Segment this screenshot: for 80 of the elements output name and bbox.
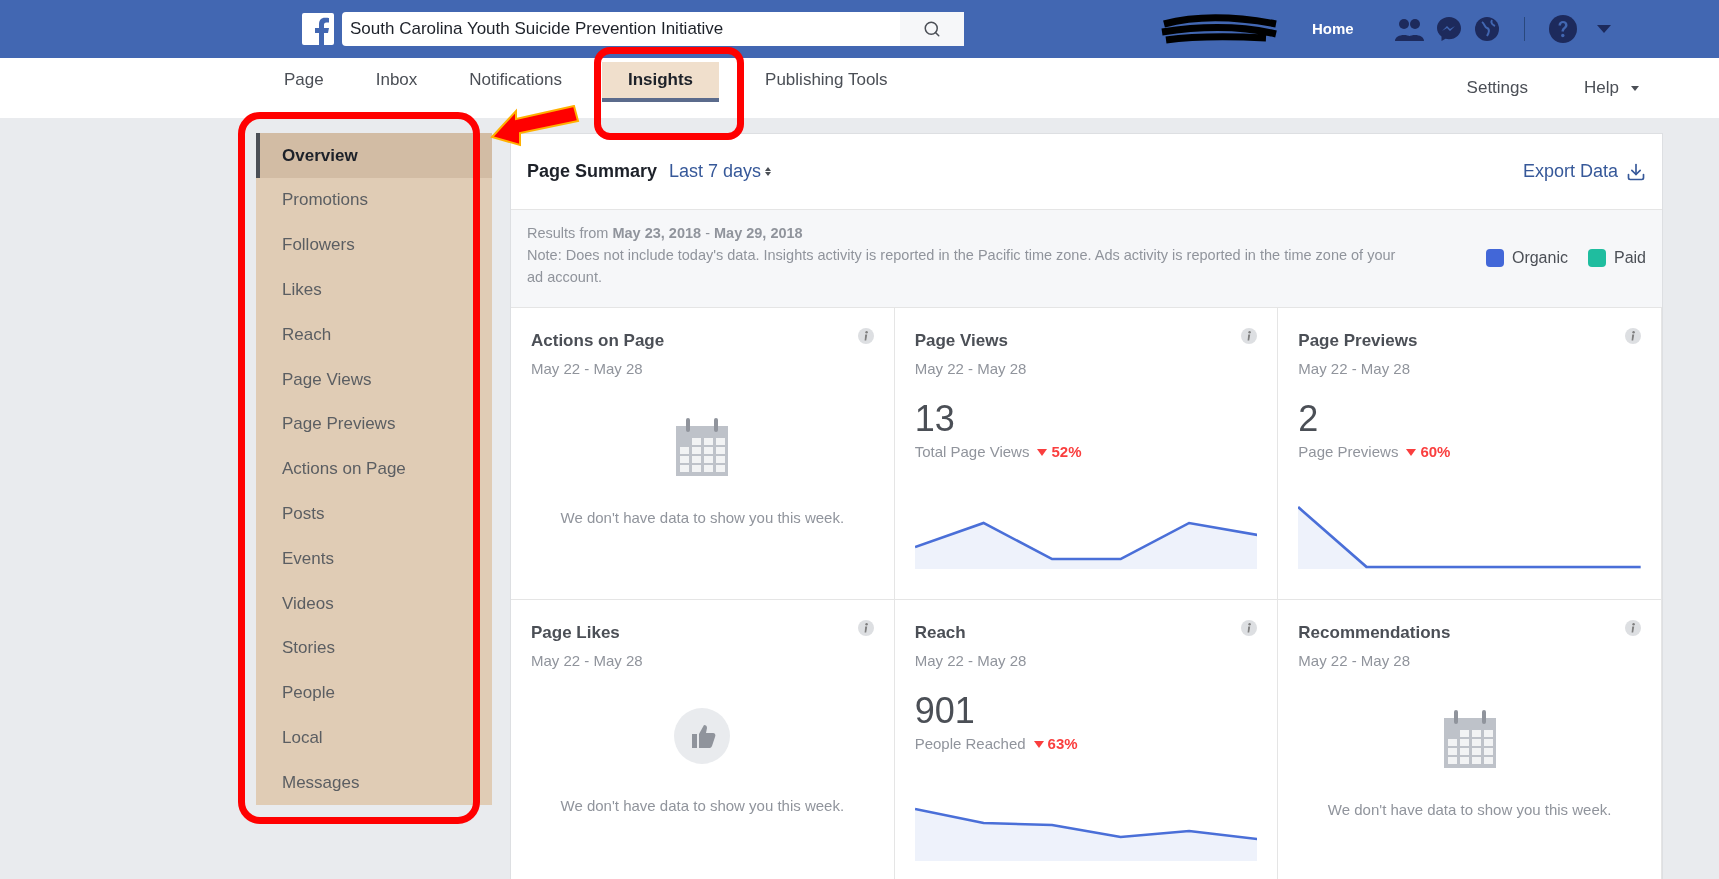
empty-message: We don't have data to show you this week.: [1326, 800, 1613, 820]
date-range: May 22 - May 28: [914, 650, 1028, 671]
date-range: May 22 - May 28: [1298, 358, 1412, 379]
card-title: Page Previews: [1298, 330, 1418, 352]
empty-message: We don't have data to show you this week.: [559, 508, 846, 528]
calendar-icon: [1443, 708, 1496, 768]
panel-title: Page Summary: [527, 160, 658, 183]
sidebar-item[interactable]: Followers: [256, 222, 492, 268]
card-title: Page Likes: [531, 622, 620, 644]
sidebar-item[interactable]: Page Previews: [256, 401, 492, 447]
sidebar-item[interactable]: Posts: [256, 491, 492, 537]
date-range: May 22 - May 28: [531, 358, 644, 379]
search-input[interactable]: South Carolina Youth Suicide Prevention Initiative: [342, 16, 900, 42]
sidebar-item[interactable]: People: [256, 670, 492, 716]
legend-label: Organic: [1511, 248, 1568, 268]
thumbs-up-icon: [674, 708, 731, 764]
date-range: May 22 - May 28: [531, 650, 644, 671]
info-icon[interactable]: [1241, 620, 1258, 636]
sidebar-item[interactable]: Reach: [256, 312, 492, 357]
calendar-icon: [676, 416, 729, 476]
globe-icon[interactable]: [1473, 16, 1500, 42]
info-icon[interactable]: [1625, 328, 1641, 344]
nav-link[interactable]: Settings: [1466, 75, 1529, 101]
messenger-icon[interactable]: [1435, 16, 1462, 42]
nav-tab[interactable]: Insights: [601, 62, 720, 102]
sidebar-item[interactable]: Events: [256, 536, 492, 581]
change-percent: 60%: [1420, 442, 1451, 462]
decrease-icon: [1406, 448, 1417, 456]
metric-value: 2: [1298, 397, 1320, 441]
sidebar-item[interactable]: Overview: [256, 133, 492, 178]
search-field[interactable]: South Carolina Youth Suicide Prevention Initiative: [342, 12, 964, 46]
nav-tab[interactable]: Inbox: [349, 62, 444, 102]
date-range: May 22 - May 28: [914, 358, 1028, 379]
caret-icon: [1631, 85, 1639, 91]
sidebar-item[interactable]: Local: [256, 715, 492, 761]
caret-icon[interactable]: [1596, 25, 1611, 33]
logo-icon[interactable]: [302, 13, 334, 45]
sidebar-item[interactable]: Videos: [256, 580, 492, 626]
change-percent: 63%: [1047, 734, 1078, 754]
metric-label: Page Previews: [1298, 442, 1399, 462]
divider: [1523, 17, 1525, 41]
info-icon[interactable]: [1625, 620, 1641, 636]
info-icon[interactable]: [857, 328, 874, 344]
friends-icon[interactable]: [1393, 17, 1424, 41]
decrease-icon: [1037, 448, 1048, 456]
export-data-link[interactable]: Export Data: [1522, 158, 1646, 185]
search-icon: [923, 20, 941, 38]
nav-link[interactable]: Help: [1584, 75, 1639, 101]
card-title: Actions on Page: [531, 330, 665, 352]
info-icon[interactable]: [857, 620, 874, 636]
sidebar-item[interactable]: Likes: [256, 267, 492, 313]
help-icon[interactable]: [1548, 15, 1577, 43]
card-title: Page Views: [914, 330, 1008, 352]
metric-label: People Reached: [914, 734, 1026, 754]
nav-tab[interactable]: Publishing Tools: [739, 62, 914, 102]
range-dropdown[interactable]: Last 7 days: [669, 158, 772, 185]
metric-label: Total Page Views: [914, 442, 1030, 462]
decrease-icon: [1033, 740, 1044, 748]
sidebar-item[interactable]: Stories: [256, 625, 492, 671]
card-title: Recommendations: [1298, 622, 1451, 644]
change-percent: 52%: [1051, 442, 1082, 462]
nav-tab[interactable]: Notifications: [443, 62, 588, 102]
metric-value: 901: [914, 689, 976, 733]
sidebar-item[interactable]: Messages: [256, 760, 492, 805]
card-title: Reach: [914, 622, 966, 644]
nav-tab[interactable]: Page: [258, 62, 350, 102]
home-link[interactable]: Home: [1312, 17, 1354, 41]
metric-value: 13: [914, 397, 956, 441]
sidebar-item[interactable]: Page Views: [256, 357, 492, 402]
note-text: Note: Does not include today's data. Insights activity is reported in the Pacific time zone. Ads activity is reported in the time zone of your ad account.: [527, 246, 1397, 287]
date-range: May 22 - May 28: [1298, 650, 1412, 671]
download-icon: [1626, 161, 1646, 182]
empty-message: We don't have data to show you this week.: [559, 796, 846, 816]
legend-label: Paid: [1613, 248, 1646, 268]
sidebar-item[interactable]: Actions on Page: [256, 446, 492, 492]
results-range: Results from May 23, 2018 - May 29, 2018: [527, 224, 804, 243]
sidebar-item[interactable]: Promotions: [256, 177, 492, 223]
sort-icon: [765, 167, 772, 176]
search-button[interactable]: [900, 12, 964, 46]
info-icon[interactable]: [1241, 328, 1258, 344]
